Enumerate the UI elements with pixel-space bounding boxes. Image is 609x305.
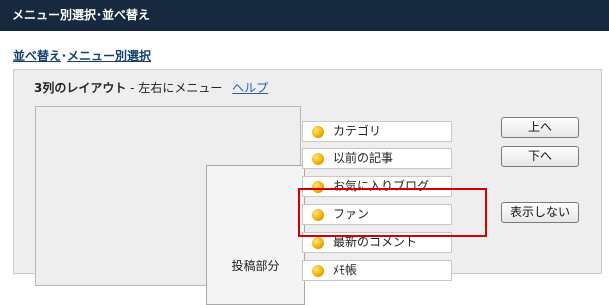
title-bar: メニュー別選択･並べ替え [0, 0, 609, 31]
layout-preview: 投稿部分 [35, 106, 305, 305]
menu-item-past-articles[interactable]: 以前の記事 [302, 148, 452, 169]
menu-item-label: カテゴリ [333, 124, 382, 138]
hide-button[interactable]: 表示しない [501, 202, 579, 223]
breadcrumb: 並べ替え･メニュー別選択 [13, 47, 151, 64]
layout-info: 3列のレイアウト - 左右にメニュー ヘルプ [34, 79, 268, 96]
help-link[interactable]: ヘルプ [232, 81, 268, 95]
layout-description: 左右にメニュー [138, 81, 223, 95]
move-down-button[interactable]: 下へ [501, 146, 579, 167]
post-area-label: 投稿部分 [231, 259, 280, 273]
menu-item-notepad[interactable]: ﾒﾓ帳 [302, 260, 452, 281]
sort-link[interactable]: 並べ替え [13, 49, 61, 63]
bullet-icon [312, 126, 324, 138]
layout-dash: - [126, 81, 139, 95]
menu-item-category[interactable]: カテゴリ [302, 121, 452, 142]
bullet-icon [312, 237, 324, 249]
selection-highlight [298, 188, 487, 237]
page-title: メニュー別選択･並べ替え [12, 8, 151, 22]
move-up-button[interactable]: 上へ [501, 117, 579, 138]
bullet-icon [312, 265, 324, 277]
post-area: 投稿部分 [206, 165, 305, 305]
menu-select-link[interactable]: メニュー別選択 [67, 49, 151, 63]
menu-item-label: ﾒﾓ帳 [333, 263, 358, 277]
bullet-icon [312, 153, 324, 165]
layout-name: 3列のレイアウト [34, 81, 127, 95]
menu-item-label: 以前の記事 [333, 151, 394, 165]
